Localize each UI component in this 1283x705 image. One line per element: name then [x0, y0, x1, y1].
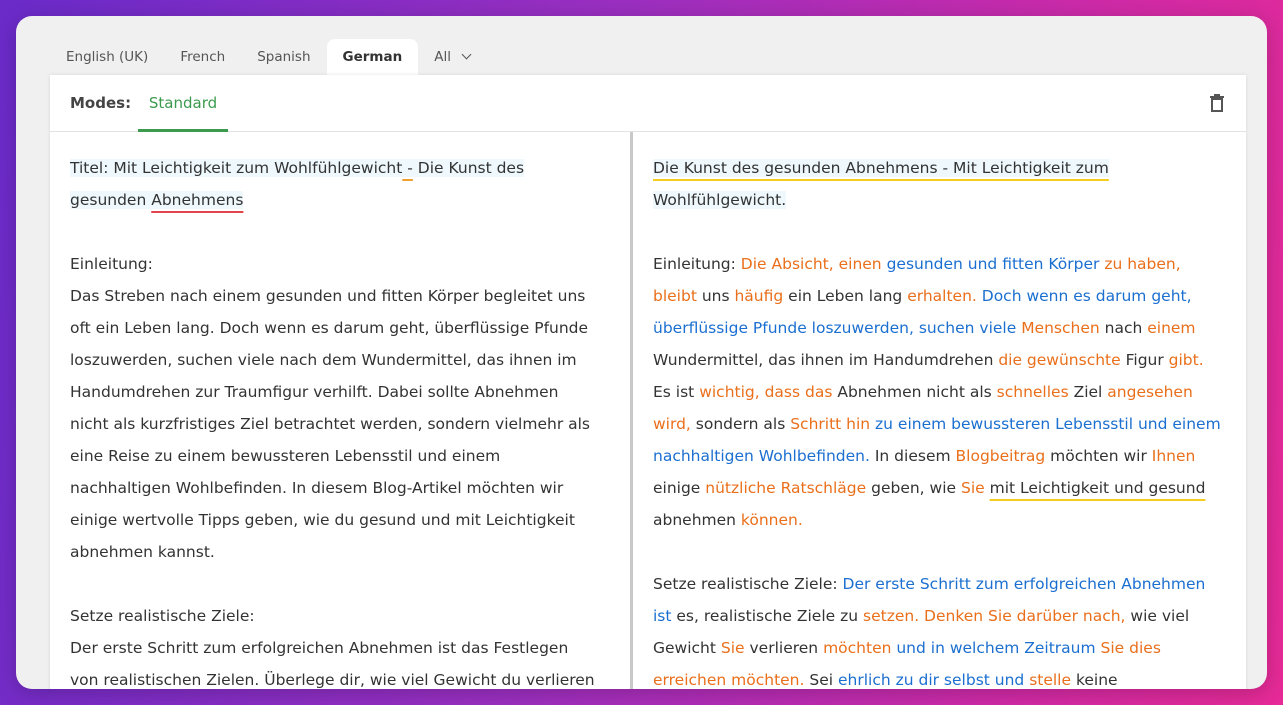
goals-heading: Setze realistische Ziele:: [70, 607, 255, 625]
text-segment: Sei: [804, 671, 838, 689]
changed-word[interactable]: schnelles: [997, 383, 1069, 401]
text-segment: Ziel: [1068, 383, 1108, 401]
modes-bar: Modes: Standard: [50, 75, 1246, 132]
translation-card: English (UK) French Spanish German All M…: [16, 16, 1267, 689]
tab-german[interactable]: German: [326, 39, 419, 75]
changed-word[interactable]: Ihnen: [1152, 447, 1196, 465]
changed-word[interactable]: erhalten.: [907, 287, 977, 305]
changed-word[interactable]: Schritt hin: [790, 415, 875, 433]
text-segment: ein Leben lang: [783, 287, 908, 305]
intro-heading: Einleitung:: [70, 255, 153, 273]
tab-english-uk[interactable]: English (UK): [50, 39, 164, 75]
text-segment: nach: [1099, 319, 1148, 337]
spelling-flag: Abnehmens: [151, 191, 244, 209]
translated-paragraph: Einleitung: Die Absicht, einen gesunden …: [653, 248, 1226, 536]
title-text: Titel: Mit Leichtigkeit zum Wohlfühlgewi…: [70, 159, 403, 177]
text-segment: uns: [696, 287, 735, 305]
changed-word[interactable]: Blogbeitrag: [956, 447, 1046, 465]
changed-word[interactable]: nützliche Ratschläge: [705, 479, 866, 497]
title-suggestion: Die Kunst des gesunden Abnehmens - Mit L…: [653, 159, 1109, 177]
changed-word[interactable]: setzen. Denken Sie darüber nach,: [863, 607, 1125, 625]
translated-paragraph: Setze realistische Ziele: Der erste Schr…: [653, 568, 1226, 689]
source-text-pane[interactable]: Titel: Mit Leichtigkeit zum Wohlfühlgewi…: [50, 132, 633, 689]
changed-word[interactable]: Sie: [961, 479, 985, 497]
source-title: Titel: Mit Leichtigkeit zum Wohlfühlgewi…: [70, 152, 600, 216]
goals-text: Der erste Schritt zum erfolgreichen Abne…: [70, 639, 595, 689]
changed-word[interactable]: stelle: [1029, 671, 1071, 689]
suggestion-segment[interactable]: mit Leichtigkeit und gesund: [990, 479, 1206, 497]
text-segment: möchten wir: [1045, 447, 1152, 465]
changed-word[interactable]: Die Absicht, einen: [741, 255, 887, 273]
text-segment: einige: [653, 479, 706, 497]
tab-all-dropdown[interactable]: All: [418, 39, 486, 75]
text-segment: Setze realistische Ziele:: [653, 575, 843, 593]
translated-title: Die Kunst des gesunden Abnehmens - Mit L…: [653, 152, 1226, 216]
text-segment: Figur: [1120, 351, 1169, 369]
changed-word[interactable]: einem: [1147, 319, 1195, 337]
changed-word[interactable]: häufig: [734, 287, 783, 305]
rephrased-segment[interactable]: ehrlich zu dir selbst und: [838, 671, 1029, 689]
text-segment: verlieren: [744, 639, 824, 657]
changed-word[interactable]: können.: [741, 511, 803, 529]
changed-word[interactable]: wichtig, dass das: [699, 383, 832, 401]
tab-all-label: All: [434, 49, 451, 65]
text-segment: In diesem: [869, 447, 956, 465]
editor-panel: Modes: Standard Titel: Mit Leichtigkeit …: [50, 75, 1246, 689]
text-segment: es, realistische Ziele zu: [671, 607, 864, 625]
changed-word[interactable]: gibt.: [1169, 351, 1204, 369]
changed-word[interactable]: Menschen: [1021, 319, 1100, 337]
text-segment: Einleitung:: [653, 255, 741, 273]
text-segment: Es ist: [653, 383, 700, 401]
tab-spanish[interactable]: Spanish: [241, 39, 326, 75]
chevron-down-icon: [461, 49, 472, 60]
source-intro: Einleitung: Das Streben nach einem gesund…: [70, 248, 600, 568]
mode-standard-tab[interactable]: Standard: [138, 75, 228, 132]
source-goals: Setze realistische Ziele: Der erste Schri…: [70, 600, 600, 689]
language-tabs: English (UK) French Spanish German All: [50, 39, 486, 75]
text-segment: Abnehmen nicht als: [832, 383, 997, 401]
intro-text: Das Streben nach einem gesunden und fitt…: [70, 287, 591, 561]
translated-text-pane[interactable]: Die Kunst des gesunden Abnehmens - Mit L…: [636, 132, 1246, 689]
text-segment: Wundermittel, das ihnen im Handumdrehen: [653, 351, 999, 369]
rephrased-segment[interactable]: und in welchem Zeitraum: [896, 639, 1100, 657]
modes-label: Modes:: [70, 94, 132, 112]
text-segment: abnehmen: [653, 511, 741, 529]
tab-french[interactable]: French: [164, 39, 241, 75]
trash-icon[interactable]: [1210, 94, 1224, 112]
title-dash: -: [402, 159, 413, 177]
text-segment: geben, wie: [866, 479, 961, 497]
changed-word[interactable]: Sie: [721, 639, 745, 657]
title-text: Wohlfühlgewicht.: [653, 191, 787, 209]
rephrased-segment[interactable]: gesunden und fitten Körper: [887, 255, 1105, 273]
changed-word[interactable]: möchten: [823, 639, 896, 657]
changed-word[interactable]: die gewünschte: [998, 351, 1120, 369]
text-segment: sondern als: [690, 415, 791, 433]
